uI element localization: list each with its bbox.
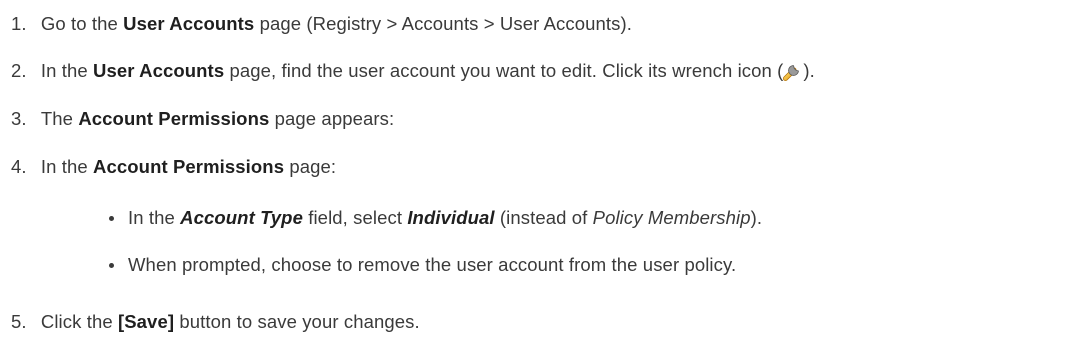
substep-text: field, select <box>302 207 408 228</box>
substep-text: In the <box>128 207 181 228</box>
substep-2: When prompted, choose to remove the user… <box>128 253 736 277</box>
step-number: 1. <box>11 13 27 34</box>
step-number: 2. <box>11 60 27 81</box>
page-name-emphasis: User Accounts <box>123 13 255 34</box>
step-3: 3. The Account Permissions page appears: <box>11 107 394 131</box>
step-text: page, find the user account you want to … <box>224 60 784 81</box>
substep-1: In the Account Type field, select Indivi… <box>128 206 762 230</box>
save-button-reference: [Save] <box>117 311 175 332</box>
bullet-marker <box>109 216 114 221</box>
step-text: In the <box>40 156 94 177</box>
step-text: ). <box>803 60 815 81</box>
step-4: 4. In the Account Permissions page: <box>11 155 336 179</box>
substep-text: (instead of <box>494 207 593 228</box>
step-text: button to save your changes. <box>174 311 420 332</box>
step-text: page appears: <box>269 108 395 129</box>
step-text: In the <box>40 60 94 81</box>
option-emphasis: Individual <box>407 207 495 228</box>
step-number: 3. <box>11 108 27 129</box>
option-italic: Policy Membership <box>592 207 751 228</box>
substep-text: ). <box>750 207 763 228</box>
step-number: 4. <box>11 156 27 177</box>
step-1: 1. Go to the User Accounts page (Registr… <box>11 12 632 36</box>
step-text: Go to the <box>40 13 124 34</box>
wrench-icon <box>783 59 803 81</box>
step-5: 5. Click the [Save] button to save your … <box>11 310 420 334</box>
instruction-document: 1. Go to the User Accounts page (Registr… <box>0 0 1068 364</box>
step-text: page: <box>284 156 337 177</box>
step-text: The <box>40 108 79 129</box>
bullet-marker <box>109 263 114 268</box>
substep-text: When prompted, choose to remove the user… <box>128 254 737 275</box>
field-name-emphasis: Account Type <box>180 207 303 228</box>
step-2: 2. In the User Accounts page, find the u… <box>11 59 815 83</box>
step-number: 5. <box>11 311 27 332</box>
step-text: Click the <box>40 311 118 332</box>
page-name-emphasis: Account Permissions <box>93 156 285 177</box>
page-name-emphasis: Account Permissions <box>78 108 270 129</box>
step-text: page (Registry > Accounts > User Account… <box>254 13 632 34</box>
page-name-emphasis: User Accounts <box>93 60 225 81</box>
